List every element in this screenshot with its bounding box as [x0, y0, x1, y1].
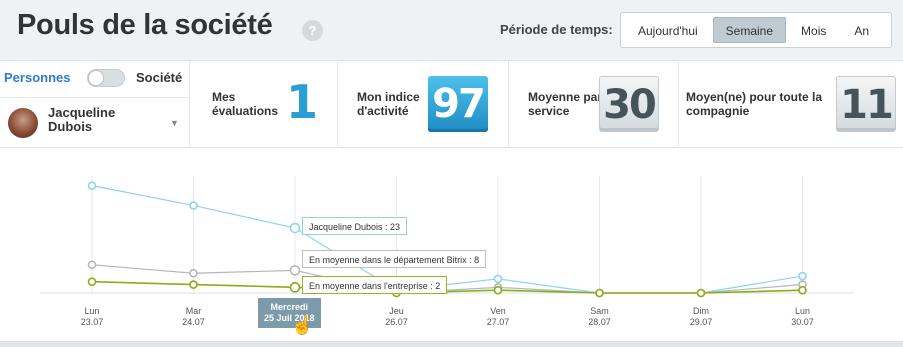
x-label-date: 29.07 [689, 317, 713, 327]
data-point[interactable] [798, 285, 807, 295]
data-point[interactable] [289, 265, 301, 276]
x-label-date: 26.07 [385, 317, 408, 327]
x-label-day: Mar [185, 306, 202, 316]
tooltip-user: Jacqueline Dubois : 23 [302, 217, 408, 235]
data-point[interactable] [289, 282, 301, 293]
stat-value: 30 [599, 76, 659, 132]
x-label-date: 28.07 [588, 317, 611, 327]
stat-activity-index: Mon indice d'activité 97 [338, 61, 509, 149]
chevron-down-icon[interactable]: ▼ [170, 118, 179, 128]
user-name: Jacqueline Dubois [48, 105, 116, 134]
data-point[interactable] [595, 288, 604, 298]
x-label-day: Lun [84, 306, 100, 316]
scope-toggle-row: Personnes Société [4, 69, 188, 89]
toggle-knob[interactable] [88, 70, 104, 86]
data-point[interactable] [189, 280, 198, 289]
x-label-day: Jeu [389, 306, 404, 316]
avatar [8, 108, 38, 138]
data-point[interactable] [493, 285, 503, 295]
footer-bar [0, 341, 903, 347]
stat-value: 97 [428, 76, 488, 132]
x-label-date: 24.07 [182, 317, 205, 327]
page-title: Pouls de la société [17, 9, 273, 41]
hand-cursor-icon: ☝ [291, 315, 314, 335]
period-today-button[interactable]: Aujourd'hui [625, 17, 711, 43]
data-point[interactable] [87, 181, 97, 190]
data-point[interactable] [289, 222, 301, 234]
x-label-date: 27.07 [486, 317, 510, 327]
x-label-day: Mercredi [270, 302, 309, 312]
help-icon[interactable]: ? [302, 20, 323, 41]
period-week-button[interactable]: Semaine [712, 17, 787, 43]
period-year-button[interactable]: An [841, 17, 882, 43]
user-selector[interactable]: Jacqueline Dubois ▼ [0, 97, 189, 149]
x-label-day: Dim [693, 306, 709, 316]
toggle-label-people[interactable]: Personnes [4, 70, 70, 85]
x-label: Dim 29.07 [666, 306, 736, 328]
x-label-day: Sam [590, 306, 609, 316]
tooltip-department: En moyenne dans le département Bitrix : … [302, 250, 487, 268]
x-label: Ven 27.07 [463, 306, 533, 328]
x-label-date: 30.07 [791, 317, 814, 327]
stat-label: Mes évaluations [212, 90, 279, 118]
data-point[interactable] [493, 274, 503, 284]
x-label-date: 23.07 [80, 317, 104, 327]
x-label-day: Lun [794, 306, 811, 316]
stat-company-average: Moyen(ne) pour toute la compagnie 11 [679, 61, 903, 149]
scope-panel: Personnes Société Jacqueline Dubois ▼ [0, 61, 190, 149]
data-point[interactable] [189, 201, 198, 210]
period-label: Période de temps: [500, 22, 613, 37]
data-point[interactable] [189, 268, 198, 278]
data-point[interactable] [798, 271, 807, 281]
data-point[interactable] [87, 277, 97, 286]
stat-label: Mon indice d'activité [357, 90, 420, 118]
stat-value: 11 [836, 76, 896, 132]
tooltip-company: En moyenne dans l'entreprise : 2 [302, 276, 448, 294]
x-label: Lun 23.07 [57, 306, 127, 328]
stat-label: Moyen(ne) pour toute la compagnie [686, 90, 822, 118]
x-label: Sam 28.07 [565, 306, 635, 328]
data-point[interactable] [696, 288, 706, 298]
x-label-day: Ven [490, 306, 506, 316]
period-selector: Aujourd'hui Semaine Mois An [620, 12, 892, 48]
data-point[interactable] [87, 260, 97, 270]
stat-label: Moyenne par service [528, 90, 603, 118]
period-month-button[interactable]: Mois [788, 17, 839, 43]
stats-row: Personnes Société Jacqueline Dubois ▼ Me… [0, 60, 903, 149]
x-label: Jeu 26.07 [362, 306, 432, 328]
stat-value: 1 [286, 75, 319, 129]
header: Pouls de la société ? Période de temps: … [0, 0, 903, 60]
scope-toggle-switch[interactable] [87, 69, 125, 87]
stat-my-evaluations: Mes évaluations 1 [190, 61, 338, 149]
toggle-label-company[interactable]: Société [136, 70, 182, 85]
x-label: Lun 30.07 [768, 306, 838, 328]
x-label: Mar 24.07 [159, 306, 229, 328]
activity-chart: Jacqueline Dubois : 23 En moyenne dans l… [0, 148, 903, 347]
stat-department-average: Moyenne par service 30 [509, 61, 679, 149]
